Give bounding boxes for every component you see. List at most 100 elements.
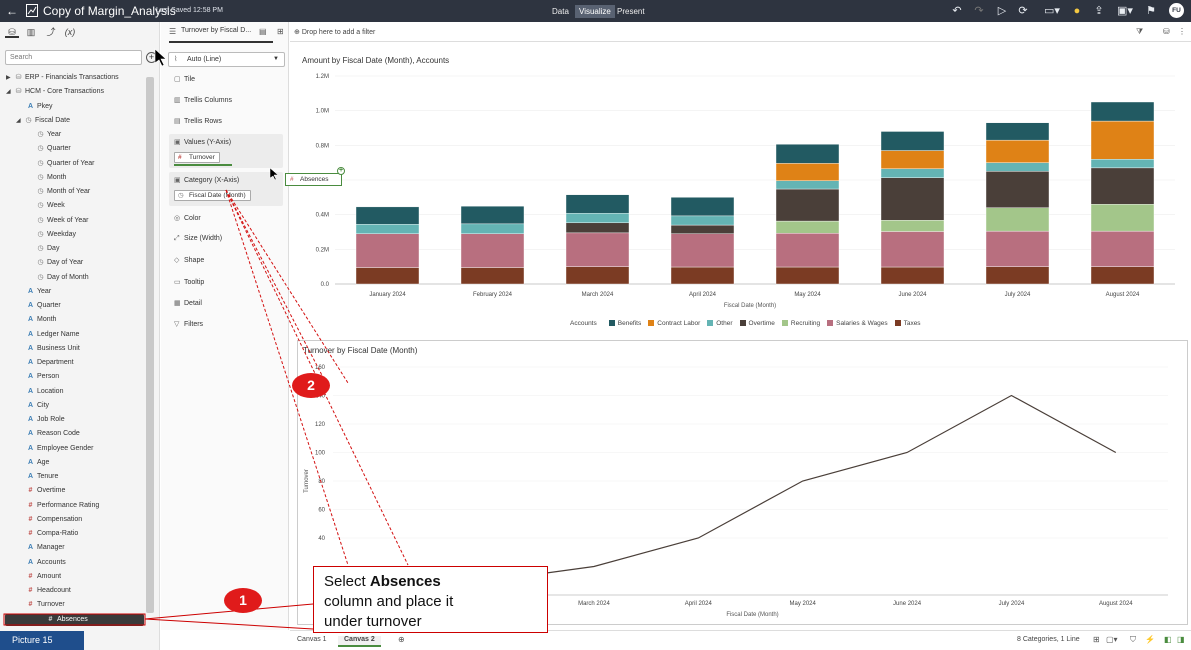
grid-icon[interactable]: ⊞ <box>277 27 284 36</box>
tree-item-label: Year <box>47 131 62 138</box>
tree-item-compa-ratio[interactable]: # Compa-Ratio <box>16 528 79 540</box>
tree-item-quarter-of-year[interactable]: ◷ Quarter of Year <box>36 158 94 170</box>
back-arrow-icon[interactable]: ← <box>4 3 20 19</box>
data-tab-icon[interactable]: ⛁ <box>5 26 19 38</box>
grammar-detail[interactable]: ▦ Detail <box>174 299 202 307</box>
tree-item-manager[interactable]: A Manager <box>16 542 65 554</box>
redo-icon[interactable]: ↷ <box>972 4 986 18</box>
turnover-chip[interactable]: # Turnover <box>174 152 220 163</box>
tree-item-reason-code[interactable]: A Reason Code <box>16 428 80 440</box>
tree-item-week-of-year[interactable]: ◷ Week of Year <box>36 215 88 227</box>
tree-item-weekday[interactable]: ◷ Weekday <box>36 229 76 241</box>
add-data-icon[interactable]: + <box>146 52 157 63</box>
tree-item-year[interactable]: ◷ Year <box>36 129 61 141</box>
tree-item-month-of-year[interactable]: ◷ Month of Year <box>36 186 90 198</box>
right-panel-toggle-icon[interactable]: ◨ <box>1177 635 1185 644</box>
tree-item-department[interactable]: A Department <box>16 357 74 369</box>
expand-right-icon[interactable]: ▶ <box>6 72 14 84</box>
tree-item-pkey[interactable]: A Pkey <box>16 101 53 113</box>
legend-item-salaries-wages[interactable]: Salaries & Wages <box>827 320 888 327</box>
visualizations-tab-icon[interactable]: ▥ <box>24 26 38 38</box>
layout-menu-icon[interactable]: ▢▾ <box>1106 635 1118 644</box>
tree-item-city[interactable]: A City <box>16 400 49 412</box>
grammar-color[interactable]: ◎ Color <box>174 214 201 222</box>
tree-item-tenure[interactable]: A Tenure <box>16 471 58 483</box>
grammar-tooltip[interactable]: ▭ Tooltip <box>174 278 204 286</box>
export-icon[interactable]: ⇪ <box>1092 4 1106 18</box>
tree-item-year[interactable]: A Year <box>16 286 51 298</box>
tree-item-hcm-core-transactions[interactable]: ◢ ⛁ HCM - Core Transactions <box>6 86 104 98</box>
tab-visualize[interactable]: Visualize <box>575 5 615 18</box>
filter-bar[interactable]: ⊕ Drop here to add a filter ⧩ ⛁ ⋮ <box>290 22 1191 42</box>
tree-item-person[interactable]: A Person <box>16 371 59 383</box>
grammar-trellis-columns[interactable]: ▥ Trellis Columns <box>174 96 232 104</box>
tree-item-month[interactable]: ◷ Month <box>36 172 66 184</box>
dragged-absences-chip[interactable]: # Absences <box>285 173 342 186</box>
save-menu-icon[interactable]: ▣▾ <box>1115 4 1135 18</box>
play-icon[interactable]: ▷ <box>995 4 1009 18</box>
bookmark-icon[interactable]: ⚑ <box>1144 4 1158 18</box>
tree-item-day-of-year[interactable]: ◷ Day of Year <box>36 257 83 269</box>
tree-item-week[interactable]: ◷ Week <box>36 200 64 212</box>
expand-down-icon[interactable]: ◢ <box>16 115 24 127</box>
properties-icon[interactable]: ▤ <box>259 27 267 36</box>
tree-item-absences[interactable]: # Absences <box>5 613 144 626</box>
tree-item-business-unit[interactable]: A Business Unit <box>16 343 80 355</box>
comment-menu-icon[interactable]: ▭▾ <box>1042 4 1062 18</box>
legend-item-recruiting[interactable]: Recruiting <box>781 320 820 327</box>
grammar-tile[interactable]: ▢ Tile <box>174 75 195 83</box>
left-panel-toggle-icon[interactable]: ◧ <box>1164 635 1172 644</box>
auto-apply-icon[interactable]: ⚡ <box>1145 635 1155 644</box>
analytics-tab-icon[interactable]: ⤴ <box>44 26 58 38</box>
calculations-tab-icon[interactable]: (x) <box>63 26 77 38</box>
table-view-icon[interactable]: ⊞ <box>1093 635 1100 644</box>
add-canvas-icon[interactable]: ⊕ <box>398 635 405 644</box>
tree-item-quarter[interactable]: ◷ Quarter <box>36 143 70 155</box>
refresh-data-icon[interactable]: ⟳ <box>1016 4 1030 18</box>
data-source-icon[interactable]: ⛁ <box>1163 27 1170 36</box>
tree-item-erp-financials-transactions[interactable]: ▶ ⛁ ERP - Financials Transactions <box>6 72 119 84</box>
legend-item-other[interactable]: Other <box>707 320 733 327</box>
data-panel-scrollbar[interactable] <box>146 77 154 613</box>
accessibility-icon[interactable]: ⛉ <box>1130 635 1136 645</box>
tree-item-turnover[interactable]: # Turnover <box>16 599 65 611</box>
tree-item-month[interactable]: A Month <box>16 314 57 326</box>
tab-present[interactable]: Present <box>613 5 649 18</box>
legend-item-benefits[interactable]: Benefits <box>608 320 641 327</box>
tree-item-overtime[interactable]: # Overtime <box>16 485 66 497</box>
legend-item-contract-labor[interactable]: Contract Labor <box>648 320 700 327</box>
grammar-size[interactable]: ⤢ Size (Width) <box>174 235 222 243</box>
search-input[interactable]: Search <box>5 50 142 65</box>
tree-item-age[interactable]: A Age <box>16 457 50 469</box>
filter-options-icon[interactable]: ⧩ <box>1136 27 1143 37</box>
canvas-tab-2[interactable]: Canvas 2 <box>338 636 381 647</box>
grammar-trellis-rows[interactable]: ▤ Trellis Rows <box>174 117 222 125</box>
tree-item-job-role[interactable]: A Job Role <box>16 414 65 426</box>
tree-item-fiscal-date[interactable]: ◢ ◷ Fiscal Date <box>16 115 70 127</box>
legend-item-taxes[interactable]: Taxes <box>894 320 921 327</box>
expand-down-icon[interactable]: ◢ <box>6 86 14 98</box>
canvas-tab-1[interactable]: Canvas 1 <box>297 636 327 643</box>
more-options-icon[interactable]: ⋮ <box>1178 27 1186 36</box>
tree-item-performance-rating[interactable]: # Performance Rating <box>16 500 100 512</box>
tree-item-headcount[interactable]: # Headcount <box>16 585 71 597</box>
tree-item-accounts[interactable]: A Accounts <box>16 557 66 569</box>
undo-icon[interactable]: ↶ <box>950 4 964 18</box>
tree-item-day-of-month[interactable]: ◷ Day of Month <box>36 272 88 284</box>
tree-item-location[interactable]: A Location <box>16 386 64 398</box>
tree-item-day[interactable]: ◷ Day <box>36 243 59 255</box>
tab-data[interactable]: Data <box>548 5 573 18</box>
user-avatar[interactable]: FU <box>1169 3 1184 18</box>
legend-item-overtime[interactable]: Overtime <box>739 320 775 327</box>
tree-item-ledger-name[interactable]: A Ledger Name <box>16 329 79 341</box>
fiscal-date-chip[interactable]: ◷ Fiscal Date (Month) <box>174 190 251 201</box>
tree-item-compensation[interactable]: # Compensation <box>16 514 83 526</box>
chart-type-select[interactable]: ⌇ Auto (Line) ▼ <box>168 52 285 67</box>
tree-item-amount[interactable]: # Amount <box>16 571 62 583</box>
tree-item-quarter[interactable]: A Quarter <box>16 300 61 312</box>
grammar-filters[interactable]: ▽ Filters <box>174 320 203 328</box>
tree-item-employee-gender[interactable]: A Employee Gender <box>16 443 93 455</box>
grammar-shape[interactable]: ◇ Shape <box>174 256 204 264</box>
insights-bulb-icon[interactable]: ● <box>1070 4 1084 18</box>
tree-item-label: Department <box>37 359 74 366</box>
